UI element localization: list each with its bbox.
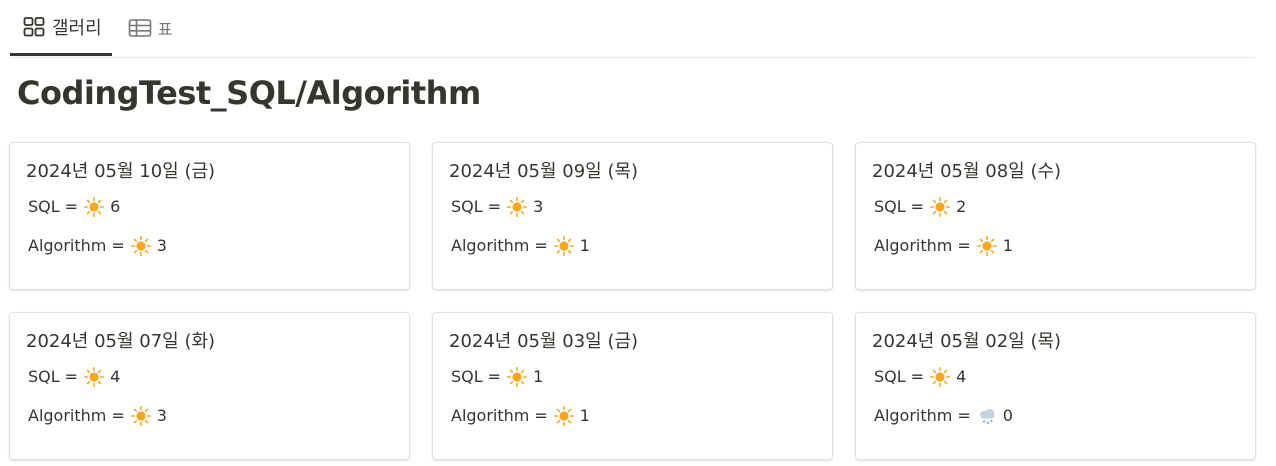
sun-icon xyxy=(84,367,105,388)
gallery-card[interactable]: 2024년 05월 08일 (수) SQL = 2 Algorithm = 1 xyxy=(855,142,1256,290)
tab-gallery-label: 갤러리 xyxy=(52,18,102,39)
sql-label: SQL xyxy=(874,367,906,386)
gallery-card[interactable]: 2024년 05월 03일 (금) SQL = 1 Algorithm = 1 xyxy=(432,312,833,460)
sun-icon xyxy=(976,236,997,257)
sql-value: 3 xyxy=(533,197,544,216)
sun-icon xyxy=(130,236,151,257)
algorithm-property: Algorithm = 0 xyxy=(874,405,1239,427)
algorithm-value: 1 xyxy=(579,406,590,425)
gallery-grid-icon xyxy=(22,15,46,39)
sun-icon xyxy=(84,197,105,218)
gallery-grid: 2024년 05월 10일 (금) SQL = 6 Algorithm = 3 2024년 0… xyxy=(9,142,1256,460)
equals-sign: = xyxy=(111,406,125,425)
sun-icon xyxy=(930,367,951,388)
tab-table-label: 표 xyxy=(157,20,173,39)
equals-sign: = xyxy=(64,197,79,216)
card-date-title: 2024년 05월 09일 (목) xyxy=(449,161,639,182)
sql-value: 6 xyxy=(110,197,121,216)
page-title: CodingTest_SQL/Algorithm xyxy=(17,74,481,112)
algorithm-label: Algorithm xyxy=(874,236,953,255)
gallery-card[interactable]: 2024년 05월 07일 (화) SQL = 4 Algorithm = 3 xyxy=(9,312,410,460)
view-tabs: 갤러리 표 xyxy=(10,0,1255,58)
sql-property: SQL = 4 xyxy=(874,366,1239,388)
sql-value: 2 xyxy=(956,197,967,216)
sun-icon xyxy=(130,406,151,427)
sun-icon xyxy=(553,236,574,257)
snow-cloud-icon xyxy=(977,406,997,426)
sql-label: SQL xyxy=(28,367,60,386)
algorithm-label: Algorithm xyxy=(451,406,530,425)
sun-icon xyxy=(553,406,574,427)
equals-sign: = xyxy=(487,367,502,386)
algorithm-property: Algorithm = 1 xyxy=(451,405,816,427)
algorithm-property: Algorithm = 1 xyxy=(451,235,816,257)
equals-sign: = xyxy=(487,197,502,216)
equals-sign: = xyxy=(111,236,125,255)
equals-sign: = xyxy=(534,236,548,255)
sql-value: 4 xyxy=(956,367,967,386)
algorithm-property: Algorithm = 3 xyxy=(28,235,393,257)
card-date-title: 2024년 05월 07일 (화) xyxy=(26,331,216,352)
card-date-title: 2024년 05월 10일 (금) xyxy=(26,161,216,182)
tab-table[interactable]: 표 xyxy=(116,0,183,56)
sun-icon xyxy=(507,197,528,218)
algorithm-property: Algorithm = 1 xyxy=(874,235,1239,257)
card-date-title: 2024년 05월 02일 (목) xyxy=(872,331,1062,352)
sql-property: SQL = 4 xyxy=(28,366,393,388)
algorithm-value: 1 xyxy=(579,236,590,255)
sql-property: SQL = 6 xyxy=(28,196,393,218)
tab-gallery[interactable]: 갤러리 xyxy=(10,0,112,56)
algorithm-value: 3 xyxy=(156,406,167,425)
card-date-title: 2024년 05월 08일 (수) xyxy=(872,161,1062,182)
equals-sign: = xyxy=(910,367,925,386)
sql-property: SQL = 3 xyxy=(451,196,816,218)
gallery-card[interactable]: 2024년 05월 09일 (목) SQL = 3 Algorithm = 1 xyxy=(432,142,833,290)
equals-sign: = xyxy=(957,406,971,425)
sql-label: SQL xyxy=(28,197,60,216)
sql-label: SQL xyxy=(451,367,483,386)
algorithm-property: Algorithm = 3 xyxy=(28,405,393,427)
sql-value: 4 xyxy=(110,367,121,386)
equals-sign: = xyxy=(910,197,925,216)
equals-sign: = xyxy=(64,367,79,386)
algorithm-label: Algorithm xyxy=(451,236,530,255)
sql-label: SQL xyxy=(451,197,483,216)
sql-property: SQL = 1 xyxy=(451,366,816,388)
gallery-card[interactable]: 2024년 05월 02일 (목) SQL = 4 Algorithm = 0 xyxy=(855,312,1256,460)
card-date-title: 2024년 05월 03일 (금) xyxy=(449,331,639,352)
sun-icon xyxy=(930,197,951,218)
algorithm-value: 1 xyxy=(1002,236,1013,255)
table-icon xyxy=(128,16,152,40)
algorithm-label: Algorithm xyxy=(28,406,107,425)
algorithm-label: Algorithm xyxy=(874,406,953,425)
sql-value: 1 xyxy=(533,367,544,386)
equals-sign: = xyxy=(534,406,548,425)
algorithm-value: 0 xyxy=(1002,406,1013,425)
algorithm-label: Algorithm xyxy=(28,236,107,255)
gallery-card[interactable]: 2024년 05월 10일 (금) SQL = 6 Algorithm = 3 xyxy=(9,142,410,290)
sql-label: SQL xyxy=(874,197,906,216)
sun-icon xyxy=(507,367,528,388)
algorithm-value: 3 xyxy=(156,236,167,255)
equals-sign: = xyxy=(957,236,971,255)
sql-property: SQL = 2 xyxy=(874,196,1239,218)
